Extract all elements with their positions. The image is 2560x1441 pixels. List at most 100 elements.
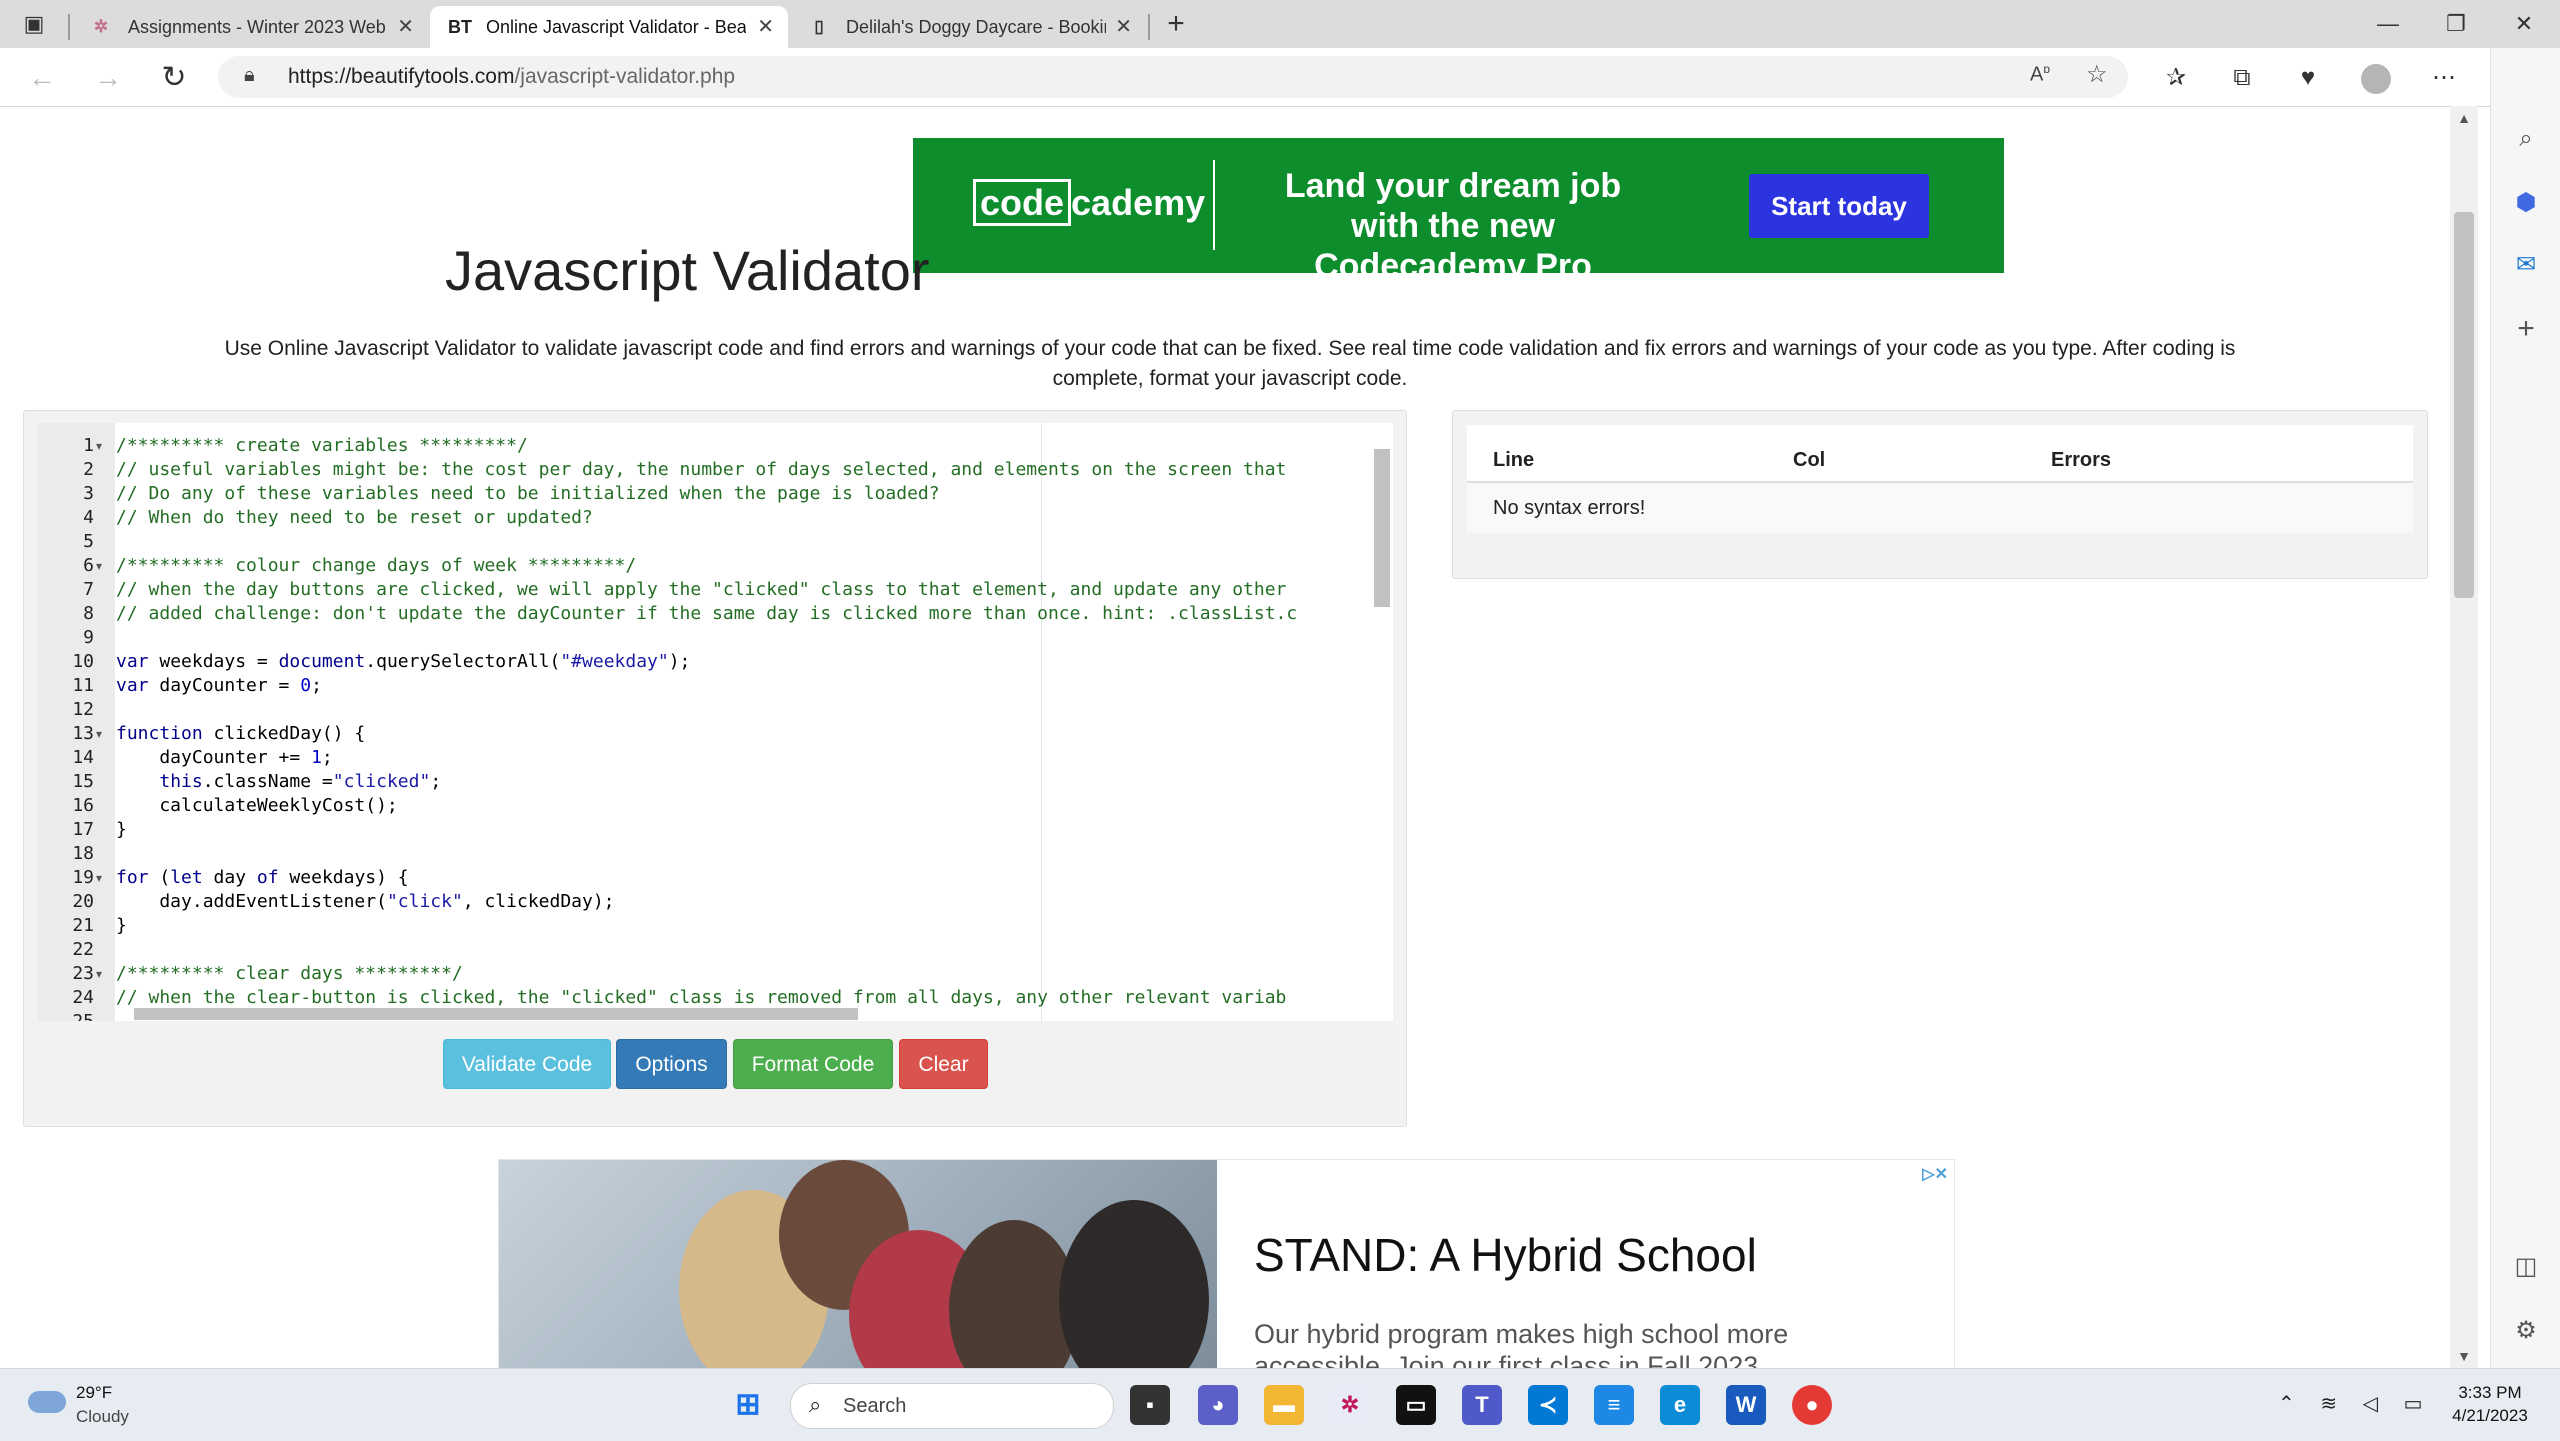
adchoices-icon[interactable]: ▷✕ [1922,1164,1948,1184]
close-icon[interactable]: ✕ [1115,6,1132,48]
weather-condition[interactable]: Cloudy [76,1407,129,1427]
code-line[interactable]: // When do they need to be reset or upda… [116,507,593,528]
code-line[interactable]: calculateWeeklyCost(); [116,795,397,816]
code-line[interactable]: dayCounter += 1; [116,747,332,768]
page-scrollbar[interactable]: ▲ ▼ [2450,106,2478,1368]
editor-horizontal-scrollbar[interactable] [116,1005,1371,1021]
browser-essentials-icon[interactable]: ♥ [2290,60,2326,96]
add-favorite-icon[interactable]: ☆ [2086,60,2108,89]
code-line[interactable]: var dayCounter = 0; [116,675,322,696]
fold-arrow-icon[interactable]: ▾ [96,559,102,573]
vscode-icon[interactable]: ≺ [1528,1385,1568,1425]
scrollbar-thumb[interactable] [1374,449,1390,607]
validate-code-button[interactable]: Validate Code [443,1039,611,1089]
word-icon[interactable]: W [1726,1385,1766,1425]
code-line[interactable]: } [116,819,127,840]
scroll-up-icon[interactable]: ▲ [2450,110,2478,126]
line-number: 1 [83,435,94,456]
table-row: No syntax errors! [1467,483,2413,533]
code-line[interactable]: this.className ="clicked"; [116,771,441,792]
add-icon[interactable]: + [2509,312,2543,346]
system-tray-icons[interactable]: ⌃ ≋ ◁ ▭ [2278,1391,2432,1416]
clock-date: 4/21/2023 [2452,1406,2528,1425]
fold-arrow-icon[interactable]: ▾ [96,727,102,741]
scrollbar-thumb[interactable] [2454,212,2474,598]
windows-start-icon[interactable]: ⊞ [728,1385,768,1425]
tab-doggy-daycare[interactable]: ▯ Delilah's Doggy Daycare - Booking ✕ [790,6,1146,48]
format-code-button[interactable]: Format Code [733,1039,893,1089]
code-line[interactable]: function clickedDay() { [116,723,365,744]
code-line[interactable]: // Do any of these variables need to be … [116,483,940,504]
code-line[interactable]: for (let day of weekdays) { [116,867,409,888]
cloud-icon[interactable] [28,1391,66,1413]
clear-button[interactable]: Clear [899,1039,988,1089]
taskbar-search[interactable]: ⌕ Search [790,1383,1114,1429]
task-view-icon[interactable]: ▪ [1130,1385,1170,1425]
start-today-button[interactable]: Start today [1749,174,1929,238]
maximize-icon[interactable]: ❐ [2422,0,2490,48]
notepad-icon[interactable]: ≡ [1594,1385,1634,1425]
code-line[interactable]: /********* create variables *********/ [116,435,528,456]
code-line[interactable]: // useful variables might be: the cost p… [116,459,1286,480]
outlook-icon[interactable]: ✉ [2509,248,2543,282]
fold-arrow-icon[interactable]: ▾ [96,967,102,981]
refresh-icon[interactable]: ↻ [154,58,194,98]
code-line[interactable]: /********* colour change days of week **… [116,555,636,576]
lock-icon[interactable]: 🔒︎ [244,64,255,87]
code-line[interactable]: /********* clear days *********/ [116,963,463,984]
tab-assignments[interactable]: ✲ Assignments - Winter 2023 Web ✕ [72,6,428,48]
back-icon[interactable]: ← [22,58,62,98]
chrome-icon[interactable]: ● [1792,1385,1832,1425]
line-number: 18 [72,843,94,864]
minimize-icon[interactable]: — [2354,0,2422,48]
terminal-icon[interactable]: ▭ [1396,1385,1436,1425]
fold-arrow-icon[interactable]: ▾ [96,439,102,453]
code-editor[interactable]: 1 2 3 4 5 6 7 8 9 10 11 12 13 14 15 16 1… [38,423,1393,1021]
edge-icon[interactable]: e [1660,1385,1700,1425]
options-button[interactable]: Options [616,1039,727,1089]
hide-sidebar-icon[interactable]: ◫ [2509,1250,2543,1284]
tools-icon[interactable]: ⬢ [2509,186,2543,220]
line-number: 25 [38,1011,94,1021]
window-close-icon[interactable]: ✕ [2490,0,2558,48]
close-icon[interactable]: ✕ [757,6,774,48]
code-line[interactable]: day.addEventListener("click", clickedDay… [116,891,614,912]
file-explorer-icon[interactable]: ▬ [1264,1385,1304,1425]
url-text[interactable]: https://beautifytools.com/javascript-val… [288,56,735,98]
line-number: 24 [72,987,94,1008]
tab-javascript-validator[interactable]: BT Online Javascript Validator - Beautif… [430,6,788,48]
bt-favicon-icon: BT [448,17,472,37]
settings-gear-icon[interactable]: ⚙ [2509,1314,2543,1348]
code-line[interactable]: var weekdays = document.querySelectorAll… [116,651,690,672]
scroll-down-icon[interactable]: ▼ [2450,1348,2478,1364]
editor-vertical-scrollbar[interactable] [1371,435,1393,1005]
codecademy-ad-banner[interactable]: code cademy Land your dream job with the … [913,138,2004,285]
tab-actions-icon[interactable]: ▣ [20,10,48,38]
stand-school-ad[interactable]: ▷✕ STAND: A Hybrid School Our hybrid pro… [498,1159,1955,1370]
taskbar-clock[interactable]: 3:33 PM 4/21/2023 [2440,1381,2540,1427]
address-bar[interactable]: 🔒︎ https://beautifytools.com/javascript-… [218,56,2128,98]
scrollbar-thumb[interactable] [134,1008,858,1020]
new-tab-icon[interactable]: + [1158,6,1194,42]
line-number: 5 [83,531,94,552]
search-icon[interactable]: ⌕ [2509,122,2543,156]
profile-avatar-icon[interactable] [2358,60,2394,96]
favorites-icon[interactable]: ✰ [2158,60,2194,96]
teams-icon[interactable]: T [1462,1385,1502,1425]
close-icon[interactable]: ✕ [397,6,414,48]
line-number: 15 [72,771,94,792]
read-aloud-icon[interactable]: Aɒ [2030,62,2050,87]
student-figure [1059,1200,1209,1369]
code-line[interactable]: } [116,915,127,936]
more-options-icon[interactable]: ⋯ [2426,60,2462,96]
forward-icon[interactable]: → [88,58,128,98]
fold-arrow-icon[interactable]: ▾ [96,871,102,885]
code-line[interactable]: // added challenge: don't update the day… [116,603,1297,624]
line-number: 7 [83,579,94,600]
weather-temperature[interactable]: 29°F [76,1383,112,1403]
code-line[interactable]: // when the day buttons are clicked, we … [116,579,1286,600]
collections-icon[interactable]: ⧉ [2224,60,2260,96]
app-icon[interactable]: ✲ [1330,1385,1370,1425]
ad-title: STAND: A Hybrid School [1254,1229,1757,1281]
chat-icon[interactable]: ◕ [1198,1385,1238,1425]
